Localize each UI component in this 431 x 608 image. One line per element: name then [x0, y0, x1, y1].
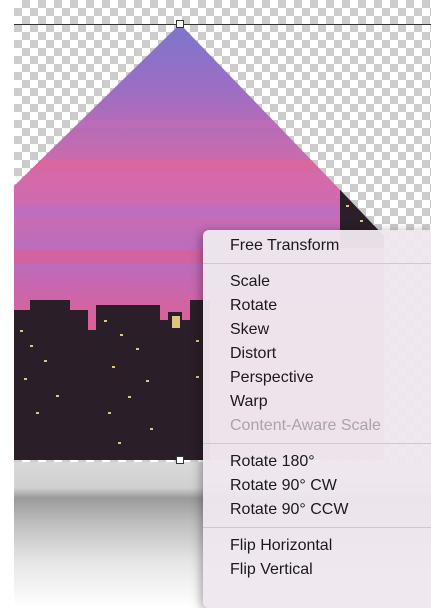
menu-item-skew[interactable]: Skew	[203, 318, 431, 342]
transform-guide-line	[14, 24, 431, 25]
menu-separator	[203, 527, 431, 528]
menu-item-flip-vertical[interactable]: Flip Vertical	[203, 558, 431, 582]
transform-handle-top[interactable]	[176, 20, 184, 28]
menu-item-rotate[interactable]: Rotate	[203, 294, 431, 318]
menu-item-content-aware-scale: Content-Aware Scale	[230, 417, 381, 434]
menu-item-rotate-90-cw[interactable]: Rotate 90° CW	[203, 474, 431, 498]
menu-item-rotate-90-ccw[interactable]: Rotate 90° CCW	[203, 498, 431, 522]
menu-item-perspective[interactable]: Perspective	[203, 366, 431, 390]
menu-item-warp[interactable]: Warp	[203, 390, 431, 414]
transform-context-menu: Free Transform Scale Rotate Skew Distort…	[203, 230, 431, 608]
transform-handle-bottom[interactable]	[176, 456, 184, 464]
menu-item-distort[interactable]: Distort	[203, 342, 431, 366]
menu-item-rotate-180[interactable]: Rotate 180°	[203, 450, 431, 474]
menu-separator	[203, 443, 431, 444]
menu-item-free-transform[interactable]: Free Transform	[203, 234, 431, 258]
canvas-left-margin	[0, 0, 14, 608]
menu-item-scale[interactable]: Scale	[203, 270, 431, 294]
menu-separator	[203, 263, 431, 264]
menu-item-flip-horizontal[interactable]: Flip Horizontal	[203, 534, 431, 558]
